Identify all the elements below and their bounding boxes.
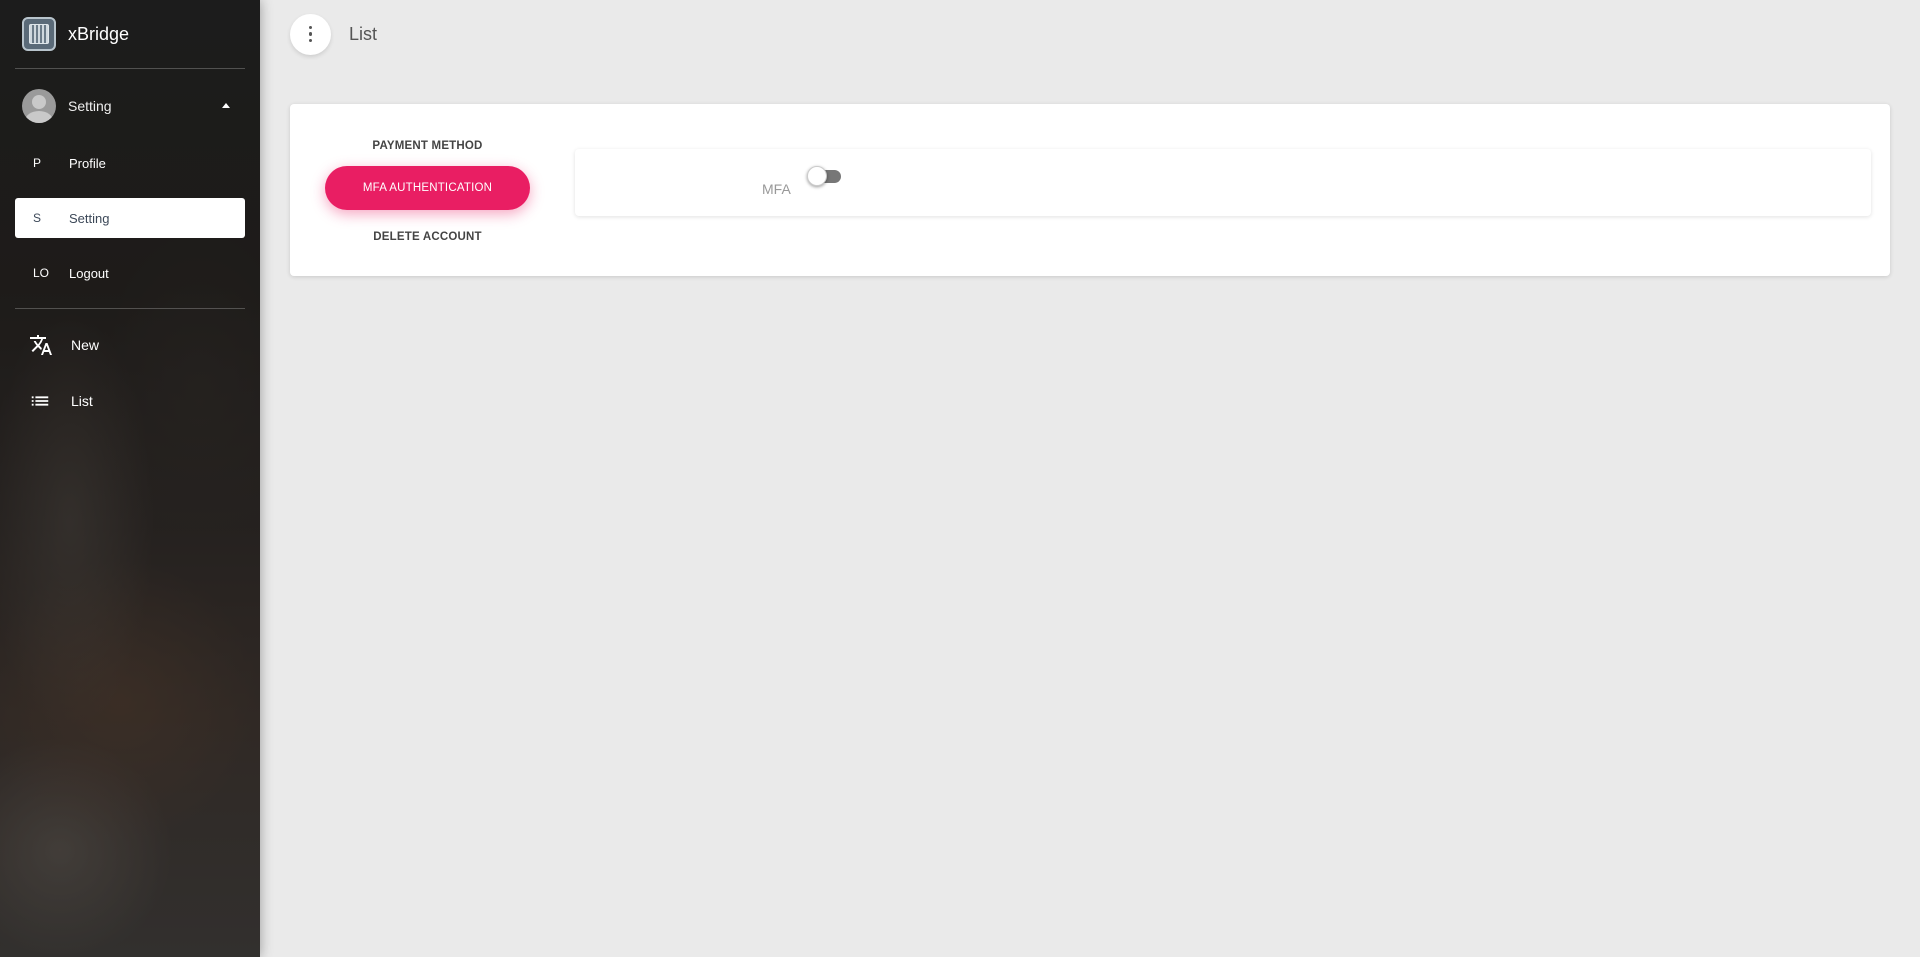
user-name: Setting: [68, 98, 112, 114]
caret-up-icon: [222, 103, 230, 108]
app-name: xBridge: [68, 23, 130, 44]
tab-mfa-authentication[interactable]: MFA AUTHENTICATION: [325, 166, 530, 210]
sidebar-item-label: List: [71, 393, 93, 409]
user-menu-item-profile[interactable]: P Profile: [15, 143, 245, 183]
user-menu-item-abbr: S: [33, 211, 42, 225]
user-menu-item-logout[interactable]: LO Logout: [15, 253, 245, 293]
user-menu-item-label: Profile: [69, 155, 106, 171]
more-vert-icon[interactable]: [290, 13, 331, 55]
app-logo-icon: [22, 17, 56, 51]
tab-delete-account[interactable]: DELETE ACCOUNT: [325, 210, 530, 264]
mfa-toggle-knob: [807, 166, 827, 186]
user-menu-item-abbr: LO: [33, 266, 50, 280]
top-navbar: List: [260, 0, 1920, 68]
sidebar: xBridge Setting P Profile S Setting LO L…: [0, 0, 260, 957]
list-icon: [29, 390, 71, 412]
user-menu-item-label: Setting: [69, 210, 110, 226]
translate-icon: [29, 333, 71, 357]
sidebar-divider: [15, 308, 245, 309]
tab-payment-method[interactable]: PAYMENT METHOD: [325, 126, 530, 166]
user-menu-item-setting[interactable]: S Setting: [15, 198, 245, 238]
page-title: List: [349, 23, 378, 44]
mfa-toggle[interactable]: [807, 166, 841, 186]
user-menu-item-label: Logout: [69, 265, 109, 281]
settings-card: PAYMENT METHOD MFA AUTHENTICATION DELETE…: [290, 104, 1890, 276]
user-menu-toggle[interactable]: Setting: [0, 69, 260, 143]
avatar: [22, 89, 56, 123]
brand[interactable]: xBridge: [0, 0, 245, 68]
user-menu-item-abbr: P: [33, 156, 42, 170]
sidebar-item-list[interactable]: List: [15, 380, 245, 422]
sidebar-item-label: New: [71, 337, 100, 353]
mfa-label: MFA: [762, 181, 791, 197]
settings-tabs: PAYMENT METHOD MFA AUTHENTICATION DELETE…: [325, 126, 530, 264]
mfa-panel: MFA: [575, 149, 1871, 216]
sidebar-item-new[interactable]: New: [15, 324, 245, 366]
